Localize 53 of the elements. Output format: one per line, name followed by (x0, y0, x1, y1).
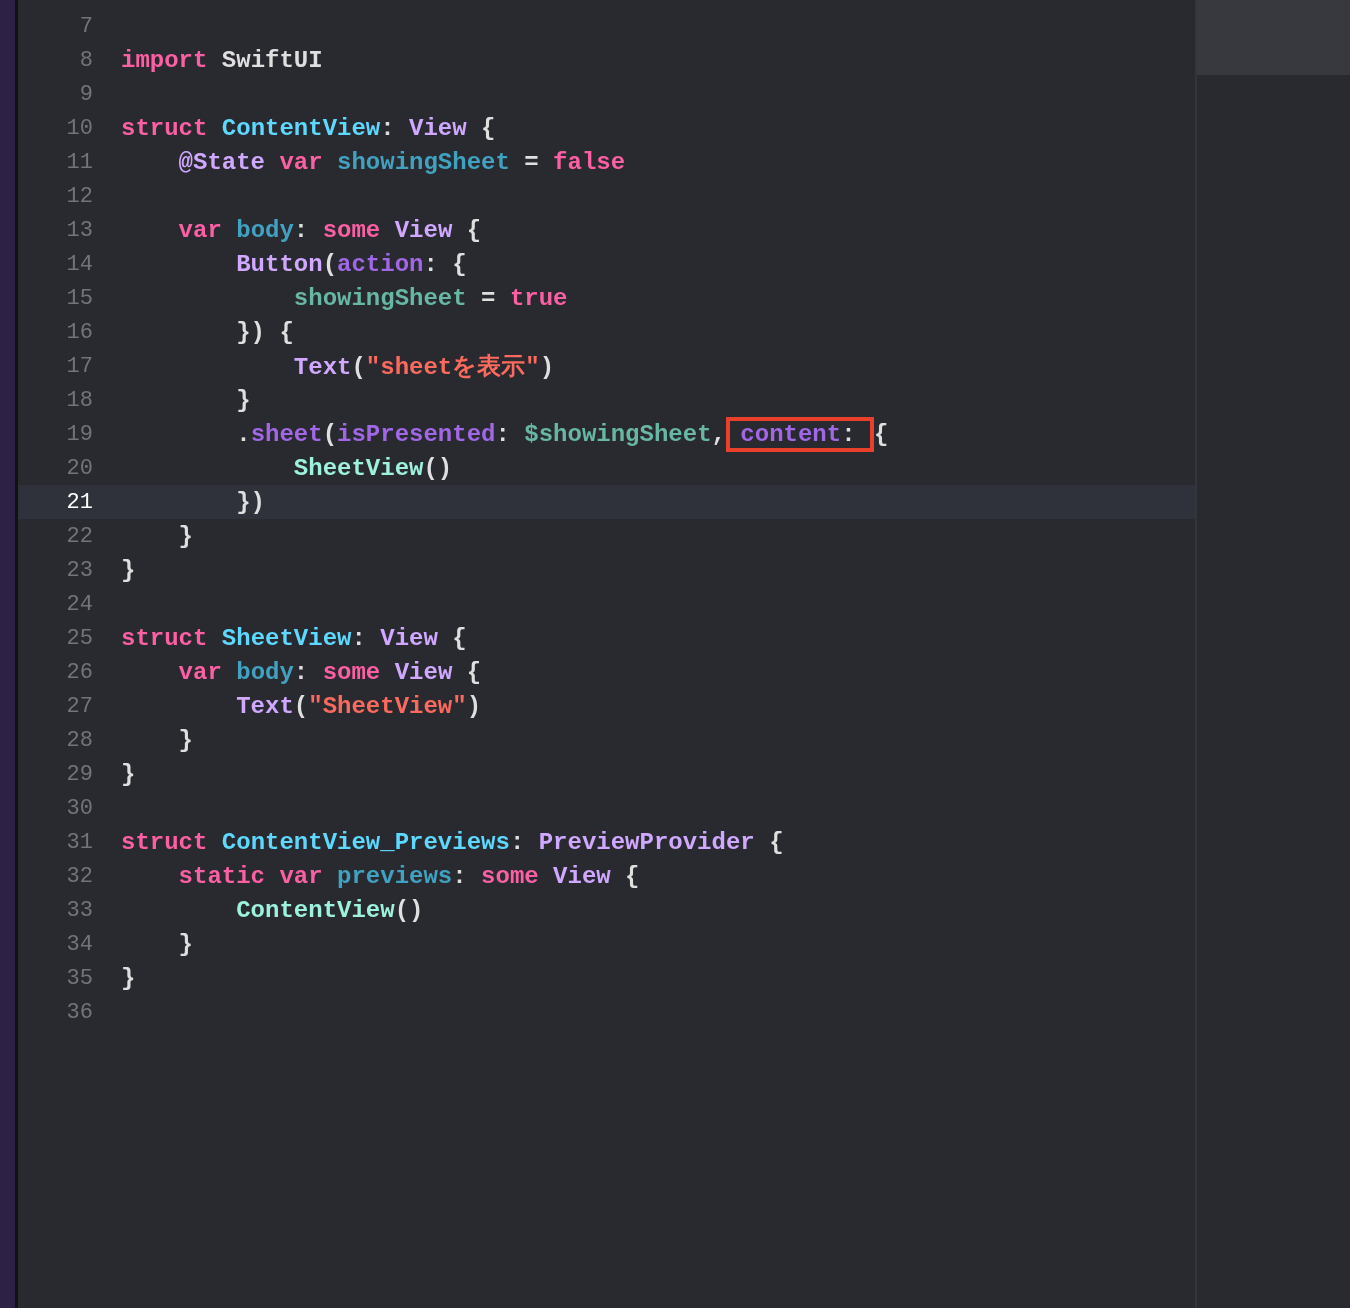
line-number: 25 (65, 625, 93, 651)
line-number: 14 (65, 251, 93, 277)
code-line: import SwiftUI (121, 46, 323, 74)
line-number: 22 (65, 523, 93, 549)
code-line: } (121, 760, 136, 788)
line-number: 36 (65, 999, 93, 1025)
code-line: struct ContentView: View { (121, 114, 496, 142)
line-number: 12 (65, 183, 93, 209)
code-line: Text("sheetを表示") (292, 352, 555, 382)
line-number: 17 (65, 353, 93, 379)
line-number: 27 (65, 693, 93, 719)
line-number: 34 (65, 931, 93, 957)
line-number: 31 (65, 829, 93, 855)
code-line: struct SheetView: View { (121, 624, 467, 652)
code-line: } (177, 930, 193, 958)
code-line: SheetView() (292, 454, 453, 482)
code-line: }) { (235, 318, 294, 346)
code-line: } (121, 964, 136, 992)
line-number: 24 (65, 591, 93, 617)
line-number: 7 (78, 13, 93, 39)
line-number: 21 (65, 489, 93, 515)
code-line: struct ContentView_Previews: PreviewProvider { (121, 828, 784, 856)
code-line: showingSheet = true (292, 284, 568, 312)
line-number: 15 (65, 285, 93, 311)
line-number: 9 (78, 81, 93, 107)
line-number: 23 (65, 557, 93, 583)
line-number: 30 (65, 795, 93, 821)
line-number: 29 (65, 761, 93, 787)
code-line: } (121, 556, 136, 584)
line-number: 13 (65, 217, 93, 243)
code-line: Text("SheetView") (235, 692, 482, 720)
code-line: ContentView() (235, 896, 424, 924)
code-line: } (177, 522, 193, 550)
code-line: @State var showingSheet = false (177, 148, 626, 176)
line-number: 20 (65, 455, 93, 481)
code-line: static var previews: some View { (177, 862, 640, 890)
line-number: 16 (65, 319, 93, 345)
line-number: 32 (65, 863, 93, 889)
code-line: Button(action: { (235, 250, 467, 278)
code-line: }) (235, 488, 266, 516)
line-number: 18 (65, 387, 93, 413)
code-line: var body: some View { (177, 216, 482, 244)
line-number: 19 (65, 421, 93, 447)
line-number: 26 (65, 659, 93, 685)
line-number: 8 (78, 47, 93, 73)
line-number: 28 (65, 727, 93, 753)
line-number: 11 (65, 149, 93, 175)
code-line: } (235, 386, 251, 414)
line-number: 35 (65, 965, 93, 991)
code-line: var body: some View { (177, 658, 482, 686)
line-number: 33 (65, 897, 93, 923)
line-number: 10 (65, 115, 93, 141)
code-line: } (177, 726, 193, 754)
